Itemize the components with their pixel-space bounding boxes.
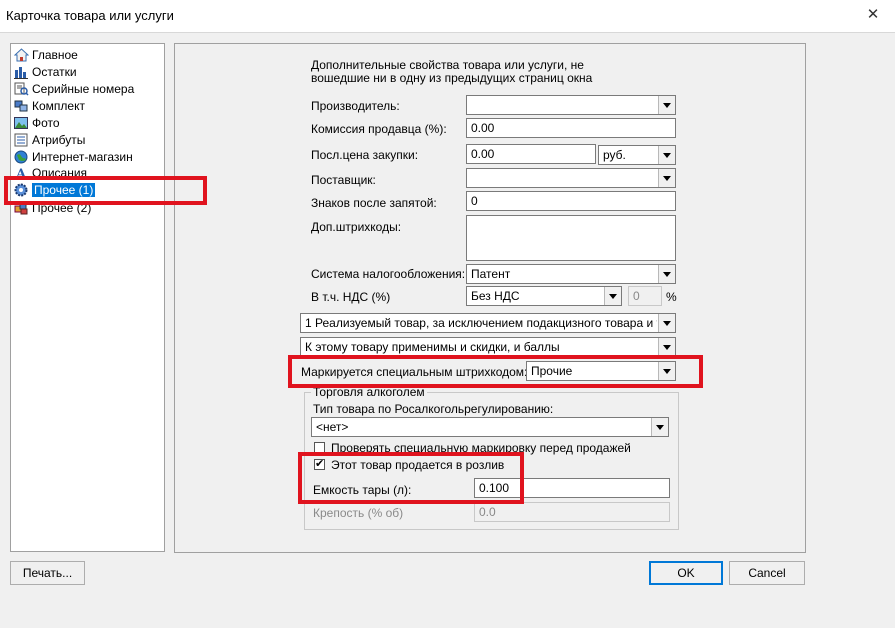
discounts-combo[interactable]: К этому товару применимы и скидки, и бал… [300,337,676,357]
vat-rate-field: 0 [628,286,662,306]
nav-item-label: Главное [32,48,78,62]
product-type-value: 1 Реализуемый товар, за исключением пода… [305,316,657,330]
bar-chart-icon [14,65,29,79]
chevron-down-icon[interactable] [604,287,621,305]
chevron-down-icon[interactable] [658,146,675,164]
svg-text:A: A [15,167,27,180]
alcohol-type-combo[interactable]: <нет> [311,417,669,437]
last-price-label: Посл.цена закупки: [311,148,419,162]
panel-description: Дополнительные свойства товара или услуг… [311,58,593,85]
barcodes-textarea[interactable] [466,215,676,261]
tax-system-value: Патент [471,267,511,281]
supplier-combo[interactable] [466,168,676,188]
draft-label: Этот товар продается в розлив [331,458,505,472]
print-button[interactable]: Печать... [10,561,85,585]
window-title: Карточка товара или услуги [6,8,174,23]
commission-field[interactable]: 0.00 [466,118,676,138]
last-price-field[interactable]: 0.00 [466,144,596,164]
currency-value: руб. [603,148,626,162]
nav-item-internet-shop[interactable]: Интернет-магазин [14,149,162,165]
home-icon [13,48,30,62]
nav-item-label: Прочее (1) [32,183,96,197]
attributes-icon [14,133,29,147]
nav-item-other-1[interactable]: Прочее (1) [14,182,162,198]
ok-button[interactable]: OK [649,561,723,585]
close-button[interactable]: ✕ [860,4,886,26]
chevron-down-icon[interactable] [658,265,675,283]
nav-item-label: Серийные номера [32,82,135,96]
tax-system-combo[interactable]: Патент [466,264,676,284]
nav-item-label: Комплект [32,99,85,113]
vat-label: В т.ч. НДС (%) [311,290,391,304]
serial-search-icon [14,82,29,96]
currency-combo[interactable]: руб. [598,145,676,165]
title-divider [0,32,895,33]
alcohol-type-label: Тип товара по Росалкогольрегулированию: [313,402,554,416]
chevron-down-icon[interactable] [658,96,675,114]
alcohol-group-title: Торговля алкоголем [311,385,427,399]
chevron-down-icon[interactable] [658,362,675,380]
chevron-down-icon[interactable] [658,169,675,187]
nav-item-other-2[interactable]: Прочее (2) [14,200,162,216]
nav-item-label: Фото [32,116,60,130]
decimals-field[interactable]: 0 [466,191,676,211]
strength-field: 0.0 [474,502,670,522]
cubes-icon [14,201,29,215]
nav-item-stock[interactable]: Остатки [14,64,162,80]
nav-item-kit[interactable]: Комплект [14,98,162,114]
chevron-down-icon[interactable] [658,314,675,332]
description-icon: A [14,166,29,182]
vat-combo[interactable]: Без НДС [466,286,622,306]
manufacturer-combo[interactable] [466,95,676,115]
check-marking-checkbox[interactable] [314,442,325,453]
nav-item-label: Атрибуты [32,133,86,147]
capacity-label: Емкость тары (л): [313,483,412,497]
draft-checkbox[interactable] [314,457,325,470]
chevron-down-icon[interactable] [658,338,675,356]
nav-item-serials[interactable]: Серийные номера [14,81,162,97]
marking-combo[interactable]: Прочие [526,361,676,381]
product-type-combo[interactable]: 1 Реализуемый товар, за исключением пода… [300,313,676,333]
nav-item-label: Описания [32,166,88,180]
check-marking-label: Проверять специальную маркировку перед п… [331,441,631,455]
alcohol-type-value: <нет> [316,420,349,434]
nav-item-photo[interactable]: Фото [14,115,162,131]
nav-item-descriptions[interactable]: A Описания [14,165,162,182]
capacity-field[interactable]: 0.100 [474,478,670,498]
marking-label: Маркируется специальным штрихкодом: [301,365,528,379]
nav-item-label: Интернет-магазин [32,150,133,164]
barcodes-label: Доп.штрихкоды: [311,220,402,234]
decimals-label: Знаков после запятой: [311,196,437,210]
supplier-label: Поставщик: [311,173,376,187]
vat-percent-sign: % [666,290,677,304]
vat-value: Без НДС [471,289,520,303]
nav-item-label: Остатки [32,65,77,79]
nav-panel: Главное Остатки Серийные номера Комплект… [10,43,165,552]
globe-icon [14,150,29,164]
kit-icon [14,99,29,113]
marking-value: Прочие [531,364,573,378]
photo-icon [14,116,29,130]
nav-item-main[interactable]: Главное [13,47,162,63]
strength-label: Крепость (% об) [313,506,404,520]
cancel-button[interactable]: Cancel [729,561,805,585]
gear-icon [14,183,29,197]
manufacturer-label: Производитель: [311,99,400,113]
tax-system-label: Система налогообложения: [311,267,466,281]
chevron-down-icon[interactable] [651,418,668,436]
nav-item-label: Прочее (2) [32,201,92,215]
commission-label: Комиссия продавца (%): [311,122,447,136]
discounts-value: К этому товару применимы и скидки, и бал… [305,340,560,354]
nav-item-attributes[interactable]: Атрибуты [14,132,162,148]
